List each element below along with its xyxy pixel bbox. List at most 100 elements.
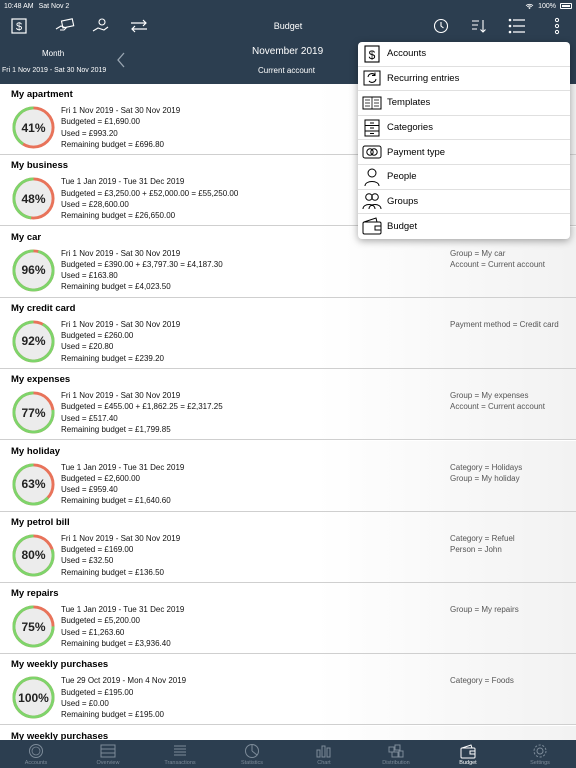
- svg-text:$: $: [369, 48, 376, 62]
- budget-remaining: Remaining budget = £1,799.85: [61, 425, 171, 435]
- budget-budgeted: Budgeted = £260.00: [61, 331, 134, 341]
- menu-item-templates[interactable]: Templates: [358, 91, 570, 116]
- budget-budgeted: Budgeted = £169.00: [61, 545, 134, 555]
- budget-filters: Payment method = Credit card: [450, 319, 559, 330]
- transfer-icon[interactable]: [126, 15, 152, 37]
- coin-icon: [29, 744, 43, 758]
- budget-percent: 96%: [21, 263, 46, 278]
- budget-remaining: Remaining budget = £1,640.60: [61, 496, 171, 506]
- budget-details: Tue 1 Jan 2019 - Tue 31 Dec 2019 Budgeted…: [61, 176, 238, 221]
- menu-item-groups[interactable]: Groups: [358, 190, 570, 215]
- budget-details: Tue 1 Jan 2019 - Tue 31 Dec 2019 Budgeted…: [61, 604, 184, 649]
- budget-tab-icon: [460, 744, 476, 759]
- budget-name: My weekly purchases: [11, 659, 109, 671]
- budget-name: My credit card: [11, 302, 76, 314]
- period-title: November 2019: [252, 46, 324, 57]
- budget-row[interactable]: My expenses 77% Fri 1 Nov 2019 - Sat 30 No…: [0, 369, 576, 441]
- menu-item-accounts[interactable]: $ Accounts: [358, 42, 570, 67]
- budget-details: Fri 1 Nov 2019 - Sat 30 Nov 2019 Budgeted…: [61, 105, 180, 150]
- budget-details: Tue 29 Oct 2019 - Mon 4 Nov 2019 Budgeted…: [61, 675, 186, 720]
- budget-budgeted: Budgeted = £195.00: [61, 687, 134, 697]
- tab-transactions[interactable]: Transactions: [144, 740, 216, 768]
- budget-filter: Group = My car: [450, 248, 506, 258]
- budget-used: Used = £20.80: [61, 342, 114, 352]
- budget-percent: 75%: [21, 619, 46, 634]
- budget-filters: Category = Holidays Group = My holiday: [450, 462, 522, 485]
- budget-filter: Account = Current account: [450, 402, 545, 412]
- budget-row[interactable]: My weekly purchases: [0, 725, 576, 740]
- tab-label: Overview: [96, 760, 120, 766]
- tab-budget[interactable]: Budget: [432, 740, 504, 768]
- dollar-square-icon: $: [361, 44, 383, 64]
- budget-name: My apartment: [11, 89, 73, 100]
- budget-percent: 80%: [21, 548, 46, 563]
- budget-period: Fri 1 Nov 2019 - Sat 30 Nov 2019: [61, 248, 181, 258]
- budget-period: Tue 1 Jan 2019 - Tue 31 Dec 2019: [61, 462, 185, 472]
- overview-icon: [100, 744, 116, 758]
- tab-statistics[interactable]: Statistics: [216, 740, 288, 768]
- account-label[interactable]: Current account: [258, 66, 315, 75]
- budget-row[interactable]: My weekly purchases 100% Tue 29 Oct 2019 -…: [0, 654, 576, 726]
- budget-budgeted: Budgeted = £1,690.00: [61, 117, 140, 127]
- menu-item-label: Recurring entries: [387, 72, 460, 84]
- settings-icon: [533, 744, 547, 758]
- tab-label: Transactions: [164, 760, 196, 766]
- groups-icon: [361, 191, 383, 211]
- status-date: Sat Nov 2: [38, 2, 70, 10]
- budget-filters: Group = My car Account = Current account: [450, 248, 545, 271]
- menu-item-people[interactable]: People: [358, 165, 570, 190]
- more-vertical-icon[interactable]: [544, 15, 570, 37]
- budget-filter: Category = Holidays: [450, 462, 523, 472]
- list-menu-icon[interactable]: [504, 15, 530, 37]
- tab-settings[interactable]: Settings: [504, 740, 576, 768]
- budget-name: My business: [11, 160, 69, 172]
- budget-used: Used = £163.80: [61, 271, 118, 281]
- budget-budgeted: Budgeted = £455.00 + £1,862.25 = £2,317.…: [61, 402, 223, 412]
- budget-period: Tue 1 Jan 2019 - Tue 31 Dec 2019: [61, 177, 185, 187]
- budget-row[interactable]: My petrol bill 80% Fri 1 Nov 2019 - Sat 30…: [0, 511, 576, 583]
- menu-item-recurring-entries[interactable]: Recurring entries: [358, 67, 570, 92]
- budget-budgeted: Budgeted = £5,200.00: [61, 616, 140, 626]
- tab-chart[interactable]: Chart: [288, 740, 360, 768]
- budget-filter: Group = My holiday: [450, 473, 520, 483]
- tab-accounts[interactable]: Accounts: [0, 740, 72, 768]
- budget-remaining: Remaining budget = £195.00: [61, 710, 164, 720]
- budget-row[interactable]: My holiday 63% Tue 1 Jan 2019 - Tue 31 Dec…: [0, 440, 576, 512]
- sort-icon[interactable]: [466, 15, 492, 37]
- tab-label: Statistics: [240, 760, 263, 766]
- tab-label: Budget: [459, 760, 477, 766]
- budget-percent: 77%: [21, 405, 46, 420]
- menu-item-payment-type[interactable]: Payment type: [358, 140, 570, 165]
- menu-item-label: Payment type: [387, 146, 446, 158]
- clock-icon[interactable]: [428, 15, 454, 37]
- tab-overview[interactable]: Overview: [72, 740, 144, 768]
- budget-filters: Group = My repairs: [450, 604, 519, 615]
- budget-period: Tue 29 Oct 2019 - Mon 4 Nov 2019: [61, 676, 187, 686]
- budget-details: Fri 1 Nov 2019 - Sat 30 Nov 2019 Budgeted…: [61, 248, 223, 293]
- budget-row[interactable]: My repairs 75% Tue 1 Jan 2019 - Tue 31 Dec…: [0, 583, 576, 655]
- budget-details: Fri 1 Nov 2019 - Sat 30 Nov 2019 Budgeted…: [61, 533, 180, 578]
- top-toolbar: Budget $: [0, 12, 576, 40]
- receive-money-icon[interactable]: [88, 15, 114, 37]
- menu-item-label: Accounts: [387, 48, 427, 60]
- budget-row[interactable]: My credit card 92% Fri 1 Nov 2019 - Sat 30…: [0, 297, 576, 369]
- budget-budgeted: Budgeted = £3,250.00 + £52,000.00 = £55,…: [61, 188, 239, 198]
- dropdown-menu: $ Accounts Recurring entries Templates C…: [358, 42, 570, 239]
- tab-distribution[interactable]: Distribution: [360, 740, 432, 768]
- chevron-left-icon[interactable]: [115, 52, 127, 68]
- menu-item-label: Budget: [387, 220, 418, 232]
- budget-used: Used = £959.40: [61, 485, 118, 495]
- budget-percent: 48%: [21, 191, 46, 206]
- period-type-label[interactable]: Month: [42, 49, 64, 58]
- menu-item-budget[interactable]: Budget: [358, 214, 570, 239]
- pay-card-icon[interactable]: [52, 15, 78, 37]
- menu-item-label: People: [387, 171, 417, 183]
- recurring-icon: [361, 68, 383, 88]
- dollar-square-icon[interactable]: $: [6, 15, 32, 37]
- budget-name: My car: [11, 231, 42, 243]
- budget-name: My petrol bill: [11, 516, 70, 528]
- statistics-icon: [245, 744, 259, 758]
- budget-filter: Account = Current account: [450, 259, 545, 269]
- menu-item-categories[interactable]: Categories: [358, 116, 570, 141]
- budget-remaining: Remaining budget = £3,936.40: [61, 638, 171, 648]
